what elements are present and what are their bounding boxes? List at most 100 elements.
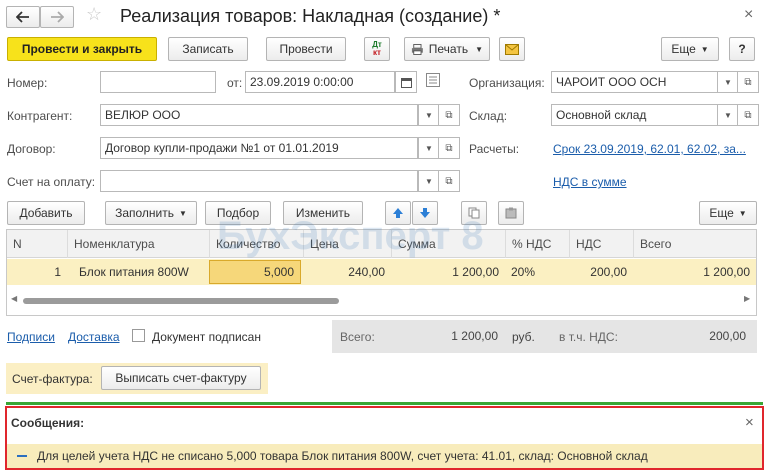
table-row[interactable]: 1 Блок питания 800W 5,000 240,00 1 200,0…	[7, 259, 756, 285]
calendar-icon	[400, 77, 412, 88]
delivery-link[interactable]: Доставка	[68, 330, 120, 344]
message-item[interactable]: Для целей учета НДС не списано 5,000 тов…	[7, 444, 762, 468]
back-button[interactable]	[6, 6, 40, 28]
contract-open-button[interactable]: ⧉	[438, 137, 460, 159]
invoice-open-button[interactable]: ⧉	[438, 170, 460, 192]
scroll-left-icon[interactable]: ◀	[11, 294, 17, 303]
paste-rows-button[interactable]	[498, 201, 524, 225]
organization-label: Организация:	[469, 76, 545, 90]
invoice-for-payment-field[interactable]	[100, 170, 418, 192]
save-button[interactable]: Записать	[168, 37, 248, 61]
chevron-down-icon: ▼	[179, 208, 187, 218]
divider-bar	[6, 402, 763, 405]
move-down-button[interactable]	[412, 201, 438, 225]
col-vat-rate[interactable]: % НДС	[505, 230, 569, 258]
table-header: N Номенклатура Количество Цена Сумма % Н…	[7, 230, 756, 258]
col-qty[interactable]: Количество	[209, 230, 303, 258]
counterparty-field[interactable]: ВЕЛЮР ООО	[100, 104, 418, 126]
email-button[interactable]	[499, 37, 525, 61]
counterparty-open-button[interactable]: ⧉	[438, 104, 460, 126]
vat-mode-link[interactable]: НДС в сумме	[553, 175, 627, 189]
col-sum[interactable]: Сумма	[391, 230, 505, 258]
open-icon: ⧉	[445, 109, 453, 121]
fill-label: Заполнить	[115, 206, 174, 220]
signatures-link[interactable]: Подписи	[7, 330, 55, 344]
back-arrow-icon	[16, 11, 29, 23]
cell-price: 240,00	[348, 265, 385, 279]
dtkt-icon-bottom: кт	[373, 48, 381, 57]
contract-field[interactable]: Договор купли-продажи №1 от 01.01.2019	[100, 137, 418, 159]
col-n[interactable]: N	[7, 230, 67, 258]
arrow-up-icon	[393, 208, 403, 218]
col-vat[interactable]: НДС	[569, 230, 633, 258]
forward-button[interactable]	[40, 6, 74, 28]
col-item[interactable]: Номенклатура	[67, 230, 209, 258]
organization-field[interactable]: ЧАРОИТ ООО ОСН	[551, 71, 719, 93]
chevron-down-icon: ▼	[425, 176, 433, 186]
post-and-close-button[interactable]: Провести и закрыть	[7, 37, 157, 61]
horizontal-scrollbar[interactable]: ◀ ▶	[7, 294, 756, 306]
currency-label: руб.	[512, 330, 535, 344]
messages-title: Сообщения:	[11, 416, 85, 430]
cell-n: 1	[54, 265, 61, 279]
chevron-down-icon: ▼	[700, 44, 709, 54]
invoice-panel-label: Счет-фактура:	[12, 372, 93, 386]
forward-arrow-icon	[51, 11, 64, 23]
table-more-button[interactable]: Еще ▼	[699, 201, 757, 225]
add-row-button[interactable]: Добавить	[7, 201, 85, 225]
message-text: Для целей учета НДС не списано 5,000 тов…	[37, 449, 648, 463]
number-label: Номер:	[7, 76, 48, 90]
messages-panel: Сообщения: × Для целей учета НДС не спис…	[5, 406, 764, 470]
goods-table: N Номенклатура Количество Цена Сумма % Н…	[6, 214, 757, 316]
move-up-button[interactable]	[385, 201, 411, 225]
cell-item: Блок питания 800W	[79, 265, 189, 279]
open-icon: ⧉	[445, 142, 453, 154]
vat-included-label: в т.ч. НДС:	[559, 330, 618, 344]
scroll-right-icon[interactable]: ▶	[744, 294, 750, 303]
invoice-dropdown[interactable]: ▼	[418, 170, 440, 192]
counterparty-dropdown[interactable]: ▼	[418, 104, 440, 126]
print-button[interactable]: Печать ▼	[404, 37, 490, 61]
warehouse-field[interactable]: Основной склад	[551, 104, 719, 126]
copy-rows-button[interactable]	[461, 201, 487, 225]
date-field[interactable]: 23.09.2019 0:00:00	[245, 71, 395, 93]
col-total[interactable]: Всего	[633, 230, 756, 258]
close-window-icon[interactable]: ×	[744, 6, 753, 24]
open-icon: ⧉	[744, 109, 752, 121]
date-from-label: от:	[227, 76, 243, 90]
cell-qty[interactable]: 5,000	[209, 260, 301, 284]
more-actions-button[interactable]: Еще ▼	[661, 37, 719, 61]
issue-invoice-button[interactable]: Выписать счет-фактуру	[101, 366, 261, 390]
arrow-down-icon	[420, 208, 430, 218]
list-icon[interactable]	[426, 73, 440, 90]
calendar-button[interactable]	[395, 71, 417, 93]
paste-icon	[505, 207, 517, 219]
copy-icon	[468, 207, 480, 219]
document-signed-label: Документ подписан	[152, 330, 261, 344]
messages-close-icon[interactable]: ×	[745, 414, 754, 431]
settlements-link[interactable]: Срок 23.09.2019, 62.01, 62.02, за...	[553, 142, 746, 156]
cell-vat: 200,00	[590, 265, 627, 279]
change-button[interactable]: Изменить	[283, 201, 363, 225]
contract-dropdown[interactable]: ▼	[418, 137, 440, 159]
scroll-thumb[interactable]	[23, 298, 339, 304]
more-label: Еще	[671, 42, 696, 56]
document-signed-checkbox[interactable]	[132, 329, 145, 342]
pick-button[interactable]: Подбор	[205, 201, 271, 225]
star-icon[interactable]: ☆	[86, 4, 102, 25]
warehouse-dropdown[interactable]: ▼	[717, 104, 739, 126]
organization-open-button[interactable]: ⧉	[737, 71, 759, 93]
help-button[interactable]: ?	[729, 37, 755, 61]
chevron-down-icon: ▼	[425, 143, 433, 153]
warehouse-open-button[interactable]: ⧉	[737, 104, 759, 126]
chevron-down-icon: ▼	[738, 208, 747, 218]
post-button[interactable]: Провести	[266, 37, 346, 61]
organization-dropdown[interactable]: ▼	[717, 71, 739, 93]
dtkt-button[interactable]: Дт кт	[364, 37, 390, 61]
printer-icon	[411, 43, 423, 55]
total-value: 1 200,00	[451, 329, 498, 343]
fill-button[interactable]: Заполнить ▼	[105, 201, 197, 225]
message-dash-icon	[17, 455, 27, 457]
col-price[interactable]: Цена	[303, 230, 391, 258]
number-field[interactable]	[100, 71, 216, 93]
